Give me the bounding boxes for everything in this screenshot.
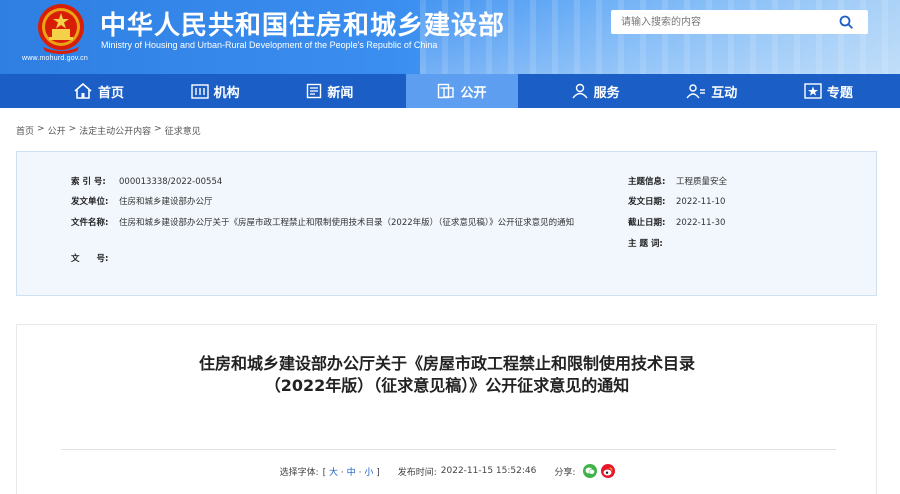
nav-label: 新闻 [327,85,354,101]
star-icon [804,83,822,99]
main-nav: 首页 机构 新闻 公开 服务 互动 专题 [0,74,900,108]
breadcrumb-statutory[interactable]: 法定主动公开内容 [79,124,151,137]
article-title: 住房和城乡建设部办公厅关于《房屋市政工程禁止和限制使用技术目录（2022年版）（… [198,354,695,395]
document-info-panel: 索 引 号: 000013338/2022-00554 发文单位: 住房和城乡建… [16,151,877,296]
article-panel: 住房和城乡建设部办公厅关于《房屋市政工程禁止和限制使用技术目录（2022年版）（… [16,324,877,494]
site-subtitle-en: Ministry of Housing and Urban-Rural Deve… [101,40,438,50]
interact-icon [686,84,706,99]
info-docno-row: 文 号: [71,253,119,266]
info-filename-value: 住房和城乡建设部办公厅关于《房屋市政工程禁止和限制使用技术目录（2022年版）（… [119,218,575,228]
search-input[interactable] [611,11,826,33]
nav-item-public[interactable]: 公开 [405,74,518,108]
font-separator: · [358,467,362,478]
site-url: www.mohurd.gov.cn [22,55,88,62]
nav-item-interact[interactable]: 互动 [672,74,751,108]
wechat-share-icon[interactable] [583,464,598,478]
font-bracket-open: [ [322,467,327,478]
info-deadline-row: 截止日期: 2022-11-30 [628,217,725,230]
info-index-value: 000013338/2022-00554 [119,177,223,187]
info-docno-label: 文 号: [71,254,109,264]
info-date-row: 发文日期: 2022-11-10 [628,196,725,209]
search-box [611,10,868,34]
breadcrumb-consultation[interactable]: 征求意见 [165,124,201,137]
news-icon [307,83,322,99]
nav-item-news[interactable]: 新闻 [292,74,367,108]
font-size-selector: [ 大 · 中 · 小 ] [323,465,380,478]
nav-label: 首页 [98,85,125,101]
article-divider [61,449,836,450]
nav-label: 专题 [826,85,853,101]
font-size-small[interactable]: 小 [364,468,373,478]
site-title[interactable]: 中华人民共和国住房和城乡建设部 [100,5,505,42]
user-icon [572,83,588,99]
breadcrumb-separator: > [37,124,45,134]
home-icon [74,83,92,99]
nav-label: 公开 [460,85,487,101]
breadcrumb-separator: > [154,124,162,134]
info-deadline-value: 2022-11-30 [676,218,726,228]
nav-item-service[interactable]: 服务 [557,74,634,108]
publish-label: 发布时间: [397,467,437,478]
site-header: www.mohurd.gov.cn 中华人民共和国住房和城乡建设部 Minist… [0,0,900,74]
nav-item-home[interactable]: 首页 [59,74,138,108]
breadcrumb-home[interactable]: 首页 [16,124,34,137]
breadcrumb-public[interactable]: 公开 [48,124,66,137]
share-label: 分享: [554,467,576,478]
info-subject-label: 主题信息: [628,177,666,187]
font-separator: · [340,467,344,478]
info-subject-value: 工程质量安全 [676,177,728,187]
info-index-row: 索 引 号: 000013338/2022-00554 [71,176,222,189]
breadcrumb-separator: > [68,124,77,134]
document-icon [438,83,455,99]
search-icon [839,15,853,29]
info-issuer-value: 住房和城乡建设部办公厅 [119,197,213,207]
info-date-value: 2022-11-10 [676,197,726,207]
info-index-label: 索 引 号: [71,177,106,187]
info-filename-label: 文件名称: [71,218,109,228]
info-keywords-row: 主 题 词: [628,238,676,251]
font-size-large[interactable]: 大 [329,468,338,478]
info-issuer-label: 发文单位: [71,197,109,207]
font-bracket-close: ] [376,467,380,478]
font-size-medium[interactable]: 中 [347,468,356,478]
weibo-share-icon[interactable] [601,464,616,478]
info-filename-row: 文件名称: 住房和城乡建设部办公厅关于《房屋市政工程禁止和限制使用技术目录（20… [71,217,611,230]
nav-item-organization[interactable]: 机构 [177,74,254,108]
info-date-label: 发文日期: [628,197,666,207]
building-icon [190,84,209,99]
national-emblem-icon[interactable] [35,3,87,55]
info-deadline-label: 截止日期: [628,218,666,228]
nav-item-topics[interactable]: 专题 [790,74,867,108]
info-keywords-label: 主 题 词: [628,239,663,249]
publish-time: 2022-11-15 15:52:46 [440,466,537,476]
info-subject-row: 主题信息: 工程质量安全 [628,176,727,189]
info-issuer-row: 发文单位: 住房和城乡建设部办公厅 [71,196,213,209]
search-button[interactable] [826,10,866,34]
nav-label: 机构 [213,85,240,101]
nav-label: 互动 [711,85,738,101]
breadcrumb: 首页 > 公开 > 法定主动公开内容 > 征求意见 [16,124,201,137]
article-meta: 选择字体: [ 大 · 中 · 小 ] 发布时间: 2022-11-15 15:… [17,464,878,478]
nav-label: 服务 [593,85,620,101]
font-select-label: 选择字体: [279,467,319,478]
